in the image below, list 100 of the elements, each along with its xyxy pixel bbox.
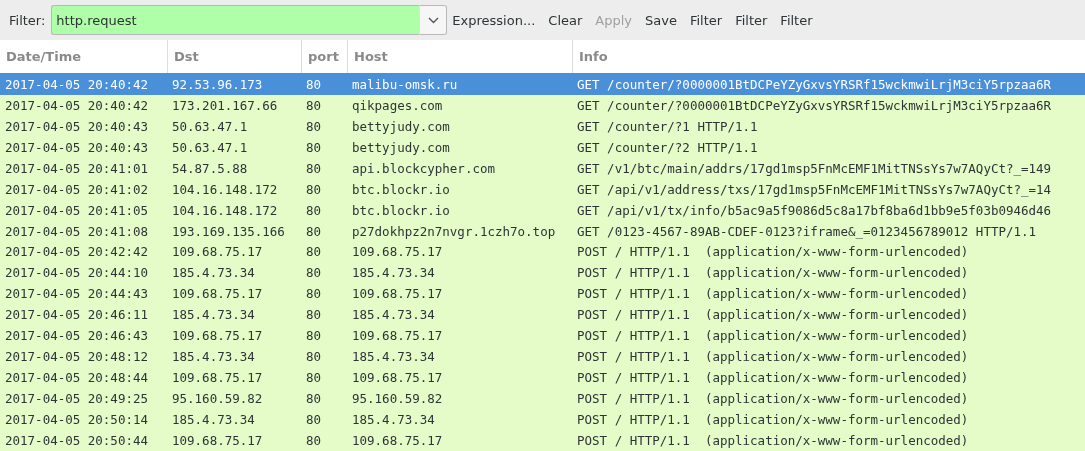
table-cell-text: 109.68.75.17 <box>351 286 444 302</box>
table-cell-text: 80 <box>305 244 323 260</box>
toolbar-button[interactable]: Clear <box>543 8 591 32</box>
table-cell-text: 185.4.73.34 <box>351 411 436 427</box>
toolbar-button[interactable]: Expression... <box>447 8 544 32</box>
table-cell-text: 2017-04-05 20:46:11 <box>4 307 149 323</box>
table-cell-text: 80 <box>305 181 323 197</box>
table-cell-text: 185.4.73.34 <box>171 349 256 365</box>
table-cell-text: 185.4.73.34 <box>351 349 436 365</box>
table-cell-text: 2017-04-05 20:44:10 <box>4 265 149 281</box>
table-cell-text: GET /api/v1/tx/info/b5ac9a5f9086d5c8a17bf8ba6d1bb9e5f03b0946d46 <box>576 202 1053 218</box>
table-cell-text: GET /api/v1/address/txs/17gd1msp5FnMcEMF1MitTNSsYs7w7AQyCt?_=14 <box>576 181 1053 197</box>
table-cell-text: 2017-04-05 20:49:25 <box>4 391 149 407</box>
table-cell-text: api.blockcypher.com <box>351 160 496 176</box>
table-cell-text: 80 <box>305 265 323 281</box>
table-cell-text: 109.68.75.17 <box>171 244 264 260</box>
table-cell-text: 80 <box>305 370 323 386</box>
table-cell-text: GET /counter/?1 HTTP/1.1 <box>576 118 759 134</box>
table-cell-text: p27dokhpz2n7nvgr.1czh7o.top <box>351 223 557 239</box>
table-cell-text: 2017-04-05 20:44:43 <box>4 286 149 302</box>
table-cell-text: GET /0123-4567-89AB-CDEF-0123?iframe&_=0123456789012 HTTP/1.1 <box>576 223 1038 239</box>
table-cell-text: 185.4.73.34 <box>171 265 256 281</box>
table-cell-text: POST / HTTP/1.1 (application/x-www-form-urlencoded) <box>576 411 970 427</box>
toolbar-button[interactable]: Filter <box>684 8 731 32</box>
table-cell-text: POST / HTTP/1.1 (application/x-www-form-urlencoded) <box>576 286 970 302</box>
table-cell-text: 109.68.75.17 <box>351 328 444 344</box>
table-cell-text: bettyjudy.com <box>351 118 451 134</box>
toolbar-button[interactable]: Save <box>640 8 685 32</box>
table-cell-text: 2017-04-05 20:46:43 <box>4 328 149 344</box>
table-cell-text: GET /counter/?2 HTTP/1.1 <box>576 139 759 155</box>
table-cell-text: POST / HTTP/1.1 (application/x-www-form-urlencoded) <box>576 391 970 407</box>
table-cell-text: 185.4.73.34 <box>351 265 436 281</box>
table-cell-text: btc.blockr.io <box>351 181 451 197</box>
table-cell-text: 2017-04-05 20:48:44 <box>4 370 149 386</box>
table-cell-text: 173.201.167.66 <box>171 97 279 113</box>
table-cell-text: 185.4.73.34 <box>351 307 436 323</box>
table-cell-text: 2017-04-05 20:42:42 <box>4 244 149 260</box>
table-cell-text: 95.160.59.82 <box>171 391 264 407</box>
table-cell-text: 80 <box>305 76 323 92</box>
table-cell-text: 80 <box>305 160 323 176</box>
table-cell-text: 109.68.75.17 <box>171 370 264 386</box>
table-cell-text: 80 <box>305 202 323 218</box>
table-cell-text: 185.4.73.34 <box>171 307 256 323</box>
dropdown-button[interactable] <box>419 5 448 35</box>
table-cell-text: btc.blockr.io <box>351 202 451 218</box>
table-cell-text: 2017-04-05 20:41:01 <box>4 160 149 176</box>
table-cell-text: 80 <box>305 223 323 239</box>
table-cell-text: 80 <box>305 118 323 134</box>
table-cell-text: 80 <box>305 97 323 113</box>
table-cell-text: 2017-04-05 20:50:14 <box>4 411 149 427</box>
table-cell-text: 95.160.59.82 <box>351 391 444 407</box>
table-cell-text: 80 <box>305 139 323 155</box>
table-cell-text: 2017-04-05 20:40:42 <box>4 76 149 92</box>
table-cell-text: GET /counter/?0000001BtDCPeYZyGxvsYRSRf15wckmwiLrjM3ciY5rpzaa6R <box>576 76 1053 92</box>
table-cell-text: 109.68.75.17 <box>351 244 444 260</box>
table-cell-text: 109.68.75.17 <box>351 432 444 448</box>
table-cell-text: 109.68.75.17 <box>171 328 264 344</box>
table-cell-text: 80 <box>305 391 323 407</box>
table-cell-text: 109.68.75.17 <box>171 432 264 448</box>
toolbar-button[interactable]: Filter <box>730 8 776 32</box>
table-cell-text: bettyjudy.com <box>351 139 451 155</box>
table-cell-text: POST / HTTP/1.1 (application/x-www-form-urlencoded) <box>576 307 970 323</box>
table-cell-text: 80 <box>305 328 323 344</box>
table-cell-text: 185.4.73.34 <box>171 411 256 427</box>
table-cell-text: 80 <box>305 286 323 302</box>
filter-field[interactable]: http.request <box>51 5 420 35</box>
table-cell-text: POST / HTTP/1.1 (application/x-www-form-urlencoded) <box>576 370 970 386</box>
table-cell-text: qikpages.com <box>351 97 444 113</box>
table-cell-text: 2017-04-05 20:41:08 <box>4 223 149 239</box>
table-cell-text: malibu-omsk.ru <box>351 76 459 92</box>
filter-label: Filter: <box>9 12 46 28</box>
table-cell-text: POST / HTTP/1.1 (application/x-www-form-urlencoded) <box>576 265 970 281</box>
table-cell-text: 2017-04-05 20:50:44 <box>4 432 149 448</box>
table-cell-text: GET /counter/?0000001BtDCPeYZyGxvsYRSRf15wckmwiLrjM3ciY5rpzaa6R <box>576 97 1053 113</box>
table-cell-text: 104.16.148.172 <box>171 181 279 197</box>
table-cell-text: 109.68.75.17 <box>351 370 444 386</box>
table-cell-text: POST / HTTP/1.1 (application/x-www-form-urlencoded) <box>576 328 970 344</box>
table-cell-text: 80 <box>305 349 323 365</box>
table-cell-text: 109.68.75.17 <box>171 286 264 302</box>
table-cell-text: 2017-04-05 20:41:05 <box>4 202 149 218</box>
table-cell-text: POST / HTTP/1.1 (application/x-www-form-urlencoded) <box>576 432 970 448</box>
table-cell-text: 2017-04-05 20:48:12 <box>4 349 149 365</box>
chevron-down-icon <box>427 16 439 24</box>
table-cell-text: 193.169.135.166 <box>171 223 286 239</box>
table-cell-text: POST / HTTP/1.1 (application/x-www-form-urlencoded) <box>576 244 970 260</box>
table-cell-text: GET /v1/btc/main/addrs/17gd1msp5FnMcEMF1MitTNSsYs7w7AQyCt?_=149 <box>576 160 1053 176</box>
table-cell-text: 2017-04-05 20:40:42 <box>4 97 149 113</box>
table-cell-text: 50.63.47.1 <box>171 118 249 134</box>
toolbar-button[interactable]: Filter <box>775 8 821 32</box>
table-cell-text: 80 <box>305 307 323 323</box>
table-cell-text: 80 <box>305 432 323 448</box>
table-cell-text: 2017-04-05 20:41:02 <box>4 181 149 197</box>
table-cell-text: 50.63.47.1 <box>171 139 249 155</box>
table-cell-text: 2017-04-05 20:40:43 <box>4 118 149 134</box>
table-cell-text: 80 <box>305 411 323 427</box>
table-cell-text: 2017-04-05 20:40:43 <box>4 139 149 155</box>
table-cell-text: 54.87.5.88 <box>171 160 249 176</box>
table-cell-text: POST / HTTP/1.1 (application/x-www-form-urlencoded) <box>576 349 970 365</box>
table-cell-text: 104.16.148.172 <box>171 202 279 218</box>
table-cell-text: 92.53.96.173 <box>171 76 264 92</box>
